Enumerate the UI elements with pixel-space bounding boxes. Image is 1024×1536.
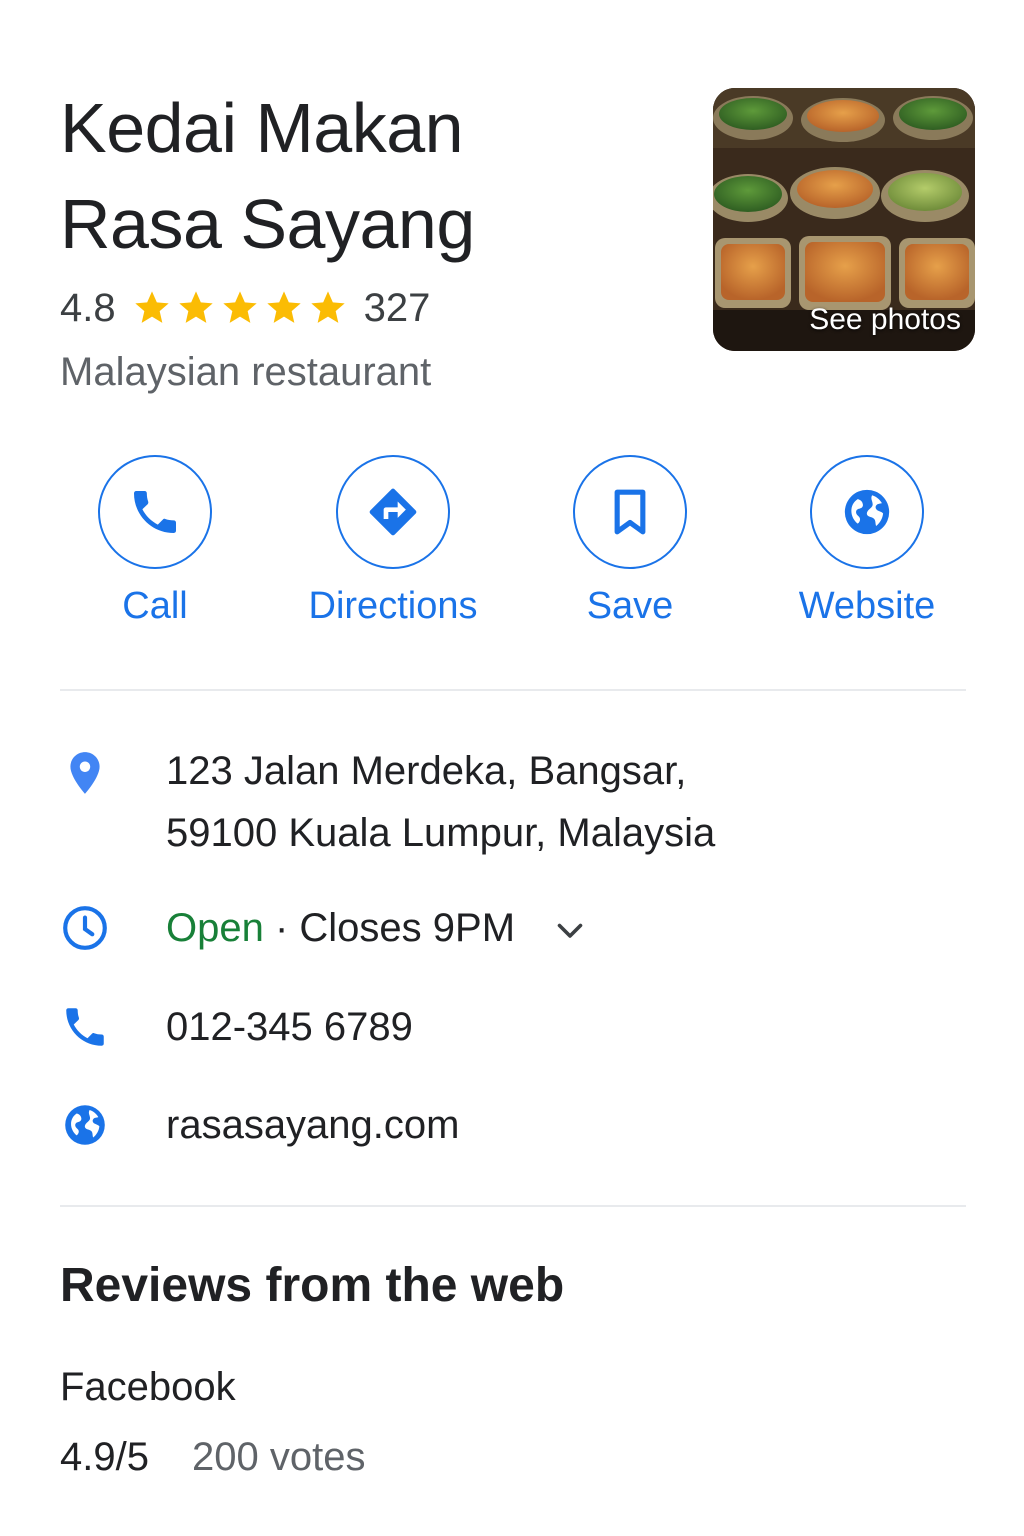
- website-label: Website: [798, 585, 936, 627]
- star-icon: [178, 291, 213, 323]
- star-rating: [132, 288, 348, 328]
- chevron-down-icon[interactable]: [552, 912, 588, 948]
- review-score: 4.9/5: [60, 1435, 149, 1479]
- website-link[interactable]: rasasayang.com: [166, 1094, 459, 1156]
- divider: [60, 1205, 966, 1207]
- phone-icon: [66, 1008, 104, 1046]
- website-button-circle[interactable]: [810, 455, 924, 569]
- place-name-line1: Kedai Makan: [60, 89, 464, 167]
- directions-button[interactable]: Directions: [283, 455, 503, 628]
- review-source[interactable]: Facebook: [60, 1365, 236, 1410]
- place-title: Kedai Makan Rasa Sayang: [60, 80, 680, 272]
- review-count: 327: [363, 285, 431, 330]
- location-pin-icon: [70, 752, 100, 794]
- star-icon: [134, 291, 169, 323]
- star-icon: [310, 291, 345, 323]
- globe-icon: [844, 489, 890, 535]
- save-button-circle[interactable]: [573, 455, 687, 569]
- photo-thumbnail[interactable]: See photos: [713, 88, 975, 351]
- address-line2: 59100 Kuala Lumpur, Malaysia: [166, 811, 716, 855]
- open-status: Open: [166, 906, 264, 950]
- website-button[interactable]: Website: [757, 455, 977, 628]
- hours-text: Open · Closes 9PM: [166, 897, 588, 959]
- clock-icon: [63, 906, 107, 950]
- reviews-section-title: Reviews from the web: [60, 1259, 565, 1312]
- bookmark-icon: [614, 489, 646, 535]
- globe-icon: [65, 1105, 105, 1145]
- place-category: Malaysian restaurant: [60, 350, 432, 394]
- place-name-line2: Rasa Sayang: [60, 185, 475, 263]
- review-votes: 200 votes: [192, 1435, 366, 1479]
- phone-number: 012-345 6789: [166, 1005, 413, 1049]
- closing-time: Closes 9PM: [299, 906, 516, 950]
- action-bar: Call Directions Save Website: [0, 455, 1024, 645]
- directions-icon: [369, 488, 417, 536]
- call-button-circle[interactable]: [98, 455, 212, 569]
- star-icon: [266, 291, 301, 323]
- directions-button-circle[interactable]: [336, 455, 450, 569]
- see-photos-label: See photos: [809, 303, 961, 336]
- phone-icon: [134, 491, 176, 533]
- star-icon: [222, 291, 257, 323]
- rating-value: 4.8: [60, 285, 116, 330]
- rating-row[interactable]: 4.8 327: [60, 280, 430, 336]
- address-line1: 123 Jalan Merdeka, Bangsar,: [166, 749, 687, 793]
- call-label: Call: [122, 585, 188, 627]
- divider: [60, 689, 966, 691]
- call-button[interactable]: Call: [45, 455, 265, 628]
- directions-label: Directions: [308, 585, 478, 627]
- hours-separator: ·: [263, 906, 300, 950]
- save-button[interactable]: Save: [520, 455, 740, 628]
- save-label: Save: [586, 585, 674, 627]
